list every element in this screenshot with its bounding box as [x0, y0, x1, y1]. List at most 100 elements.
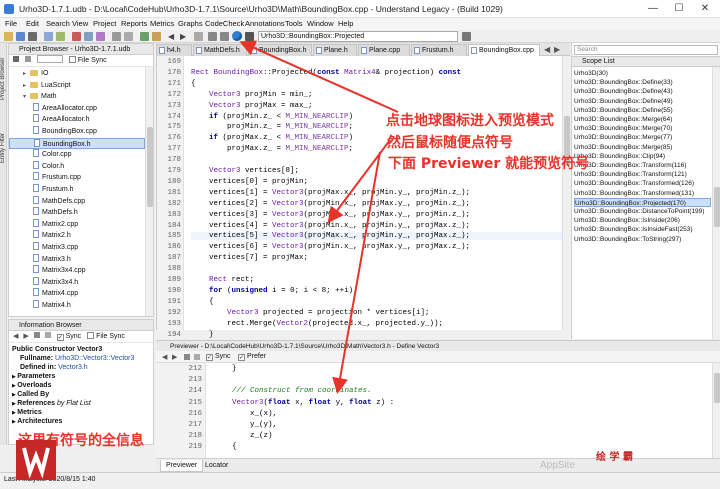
history-icon[interactable] [194, 32, 203, 41]
run-icon[interactable] [140, 32, 149, 41]
code-line[interactable]: if (projMax.z_ < M_MIN_NEARCLIP) [191, 134, 353, 142]
tree-file[interactable]: Matrix3x4.h [9, 276, 145, 289]
options-icon[interactable] [194, 354, 200, 360]
code-line[interactable]: Vector3 projected = projection * vertice… [191, 309, 430, 317]
preview-code-line[interactable]: y_(y), [214, 421, 277, 429]
chevron-right-icon[interactable]: ▸ [23, 81, 30, 92]
defined-in-value[interactable]: Vector3.h [58, 364, 88, 371]
tab-plane-h[interactable]: Plane.h [313, 44, 357, 56]
previewer-scrollbar[interactable] [712, 363, 720, 458]
sync-checkbox[interactable] [56, 334, 64, 341]
open-icon[interactable] [16, 32, 25, 41]
tree-file[interactable]: Color.h [9, 160, 145, 173]
scope-list-item[interactable]: Urho3D::BoundingBox::DistanceToPoint(199… [574, 207, 711, 216]
history-icon[interactable] [33, 332, 40, 338]
tree-file[interactable]: Frustum.cpp [9, 172, 145, 184]
code-line[interactable]: Rect rect; [191, 276, 254, 284]
bookmark-icon[interactable] [152, 32, 161, 41]
scope-list-item[interactable]: Urho3D::BoundingBox::Clip(94) [574, 152, 711, 161]
scope-list-scrollbar[interactable] [712, 67, 720, 339]
tree-file[interactable]: MathDefs.cpp [9, 195, 145, 208]
fullname-value[interactable]: Urho3D::Vector3::Vector3 [55, 355, 134, 362]
stop-icon[interactable] [245, 32, 254, 41]
tree-folder[interactable]: ▸ IO [9, 68, 145, 80]
tree-file[interactable]: Matrix3.cpp [9, 242, 145, 254]
code-line[interactable]: Rect BoundingBox::Projected(const Matrix… [191, 69, 461, 77]
forward-arrow-icon[interactable]: ▶ [180, 32, 189, 41]
tree-file[interactable]: Color.cpp [9, 149, 145, 161]
scope-list-item[interactable]: Urho3D::BoundingBox::Merge(64) [574, 115, 711, 124]
entity-filter-vtab[interactable]: Entity Filter [0, 123, 7, 173]
code-line[interactable]: if (projMin.z_ < M_MIN_NEARCLIP) [191, 113, 353, 121]
tab-h4[interactable]: h4.h [156, 44, 192, 56]
go-icon[interactable] [462, 32, 471, 41]
sync-toggle[interactable]: Sync [206, 352, 231, 362]
scope-list-item[interactable]: Urho3D::BoundingBox::Transform(121) [574, 170, 711, 179]
analyze-icon[interactable] [72, 32, 81, 41]
menu-tools[interactable]: Tools [285, 19, 303, 28]
paste-icon[interactable] [56, 32, 65, 41]
menu-window[interactable]: Window [307, 19, 334, 28]
code-line[interactable]: { [191, 298, 214, 306]
back-icon[interactable]: ◀ [162, 353, 167, 361]
code-line[interactable]: rect.Merge(Vector2(projected.x_, project… [191, 320, 443, 328]
tree-file[interactable]: Matrix3x4.cpp [9, 265, 145, 277]
back-icon[interactable]: ◀ [13, 333, 18, 340]
file-sync-checkbox[interactable] [87, 332, 95, 339]
save-icon[interactable] [44, 332, 51, 338]
back-arrow-icon[interactable]: ◀ [168, 32, 177, 41]
chevron-right-icon[interactable]: ▸ [23, 69, 30, 80]
collapse-icon[interactable] [13, 56, 19, 62]
forward-icon[interactable]: ▶ [23, 333, 28, 340]
scope-list-item[interactable]: Urho3D(30) [574, 69, 711, 78]
filter-icon[interactable] [24, 56, 31, 62]
tree-file[interactable]: AreaAllocator.cpp [9, 102, 145, 115]
menu-view[interactable]: View [72, 19, 88, 28]
tree-folder[interactable]: ▾ Math [9, 91, 145, 103]
tree-file[interactable]: AreaAllocator.h [9, 114, 145, 126]
scope-list-item[interactable]: Urho3D::BoundingBox::IsInsideFast(253) [574, 225, 711, 234]
project-browser-vtab[interactable]: Project Browser [0, 49, 7, 109]
prefer-toggle[interactable]: Prefer [238, 352, 266, 362]
tab-frustum-h[interactable]: Frustum.h [411, 44, 467, 56]
scope-list-item[interactable]: Urho3D::BoundingBox::Define(33) [574, 78, 711, 87]
code-line[interactable]: vertices[3] = Vector3(projMax.x_, projMa… [191, 211, 470, 219]
code-line[interactable]: vertices[0] = projMin; [191, 178, 308, 186]
scope-list-item[interactable]: Urho3D::BoundingBox::Transformed(131) [574, 189, 711, 198]
info-icon[interactable] [208, 32, 217, 41]
scope-list-item[interactable]: Urho3D::BoundingBox::Transform(116) [574, 161, 711, 170]
editor-scrollbar[interactable] [562, 56, 570, 330]
preview-code-line[interactable]: } [214, 365, 237, 373]
tree-file[interactable]: MathDefs.h [9, 207, 145, 219]
menu-project[interactable]: Project [93, 19, 116, 28]
copy-icon[interactable] [44, 32, 53, 41]
menu-graphs[interactable]: Graphs [178, 19, 203, 28]
scope-list-item[interactable]: Urho3D::BoundingBox::Merge(70) [574, 124, 711, 133]
chevron-down-icon[interactable]: ▾ [23, 92, 30, 103]
scrollbar-thumb[interactable] [714, 373, 720, 403]
info-section-called-by[interactable]: ▶ Called By [12, 390, 149, 399]
code-line[interactable]: projMax.z_ = M_MIN_NEARCLIP; [191, 145, 353, 153]
replace-icon[interactable] [124, 32, 133, 41]
filter-input[interactable] [36, 55, 63, 63]
info-section-parameters[interactable]: ▶ Parameters [12, 372, 149, 381]
code-line[interactable]: { [191, 80, 196, 88]
forward-icon[interactable]: ▶ [172, 353, 177, 361]
scope-list-item[interactable]: Urho3D::BoundingBox::Merge(85) [574, 143, 711, 152]
code-line[interactable]: vertices[4] = Vector3(projMin.x_, projMi… [191, 222, 470, 230]
tree-file[interactable]: Matrix4.cpp [9, 288, 145, 300]
globe-icon[interactable] [232, 31, 242, 41]
scope-list-item[interactable]: Urho3D::BoundingBox::Transformed(126) [574, 179, 711, 188]
scope-list-item[interactable]: Urho3D::BoundingBox::Define(43) [574, 87, 711, 96]
info-section-references[interactable]: ▶ References by Flat List [12, 399, 149, 408]
code-line[interactable]: } [191, 331, 214, 339]
info-section-overloads[interactable]: ▶ Overloads [12, 381, 149, 390]
tab-plane-cpp[interactable]: Plane.cpp [358, 44, 410, 56]
file-sync-checkbox[interactable] [68, 56, 76, 63]
previewer-code[interactable]: 212 213 214 215 216 217 218 219 } /// Construct… [156, 363, 720, 458]
preview-code-line[interactable]: Vector3(float x, float y, float z) : [214, 399, 394, 407]
tree-file[interactable]: Matrix4.h [9, 300, 145, 312]
scope-list-item[interactable]: Urho3D::BoundingBox::Merge(77) [574, 133, 711, 142]
code-line[interactable]: for (unsigned i = 0; i < 8; ++i) [191, 287, 353, 295]
code-line[interactable]: projMin.z_ = M_MIN_NEARCLIP; [191, 123, 353, 131]
